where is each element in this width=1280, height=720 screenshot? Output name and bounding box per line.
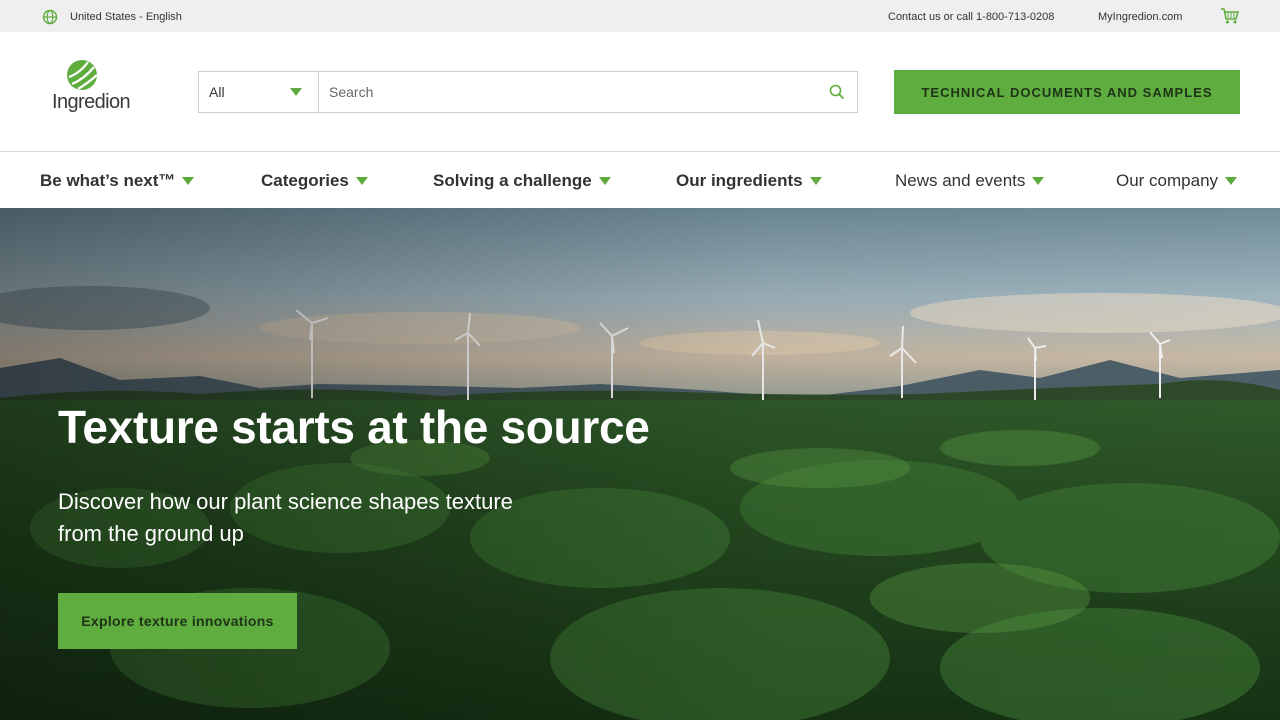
ingredion-logo[interactable]: Ingredion — [52, 59, 144, 119]
hero-subtitle: Discover how our plant science shapes te… — [58, 489, 513, 546]
globe-icon — [42, 9, 58, 25]
nav-item-label: Our company — [1116, 171, 1219, 190]
caret-down-icon — [809, 177, 822, 185]
nav-item-label: Solving a challenge — [433, 171, 592, 190]
caret-down-icon — [1032, 177, 1045, 185]
nav-item-be-whats-next[interactable]: Be what’s next™ — [40, 171, 195, 191]
myingredion-link[interactable]: MyIngredion.com — [1098, 11, 1182, 23]
nav-item-news-and-events[interactable]: News and events — [895, 171, 1045, 191]
explore-texture-innovations-button[interactable]: Explore texture innovations — [58, 593, 297, 649]
search-icon — [829, 84, 845, 100]
caret-down-icon — [355, 177, 368, 185]
nav-item-solving-a-challenge[interactable]: Solving a challenge — [433, 171, 611, 191]
hero-title: Texture starts at the source — [58, 401, 650, 453]
search-category-value: All — [209, 84, 225, 100]
search-input[interactable] — [319, 72, 817, 112]
main-nav: Be what’s next™ Categories Solving a cha… — [0, 153, 1280, 208]
utility-bar: United States - English Contact us or ca… — [0, 0, 1280, 32]
caret-down-icon — [290, 88, 302, 96]
nav-item-label: News and events — [895, 171, 1026, 190]
nav-item-label: Categories — [261, 171, 349, 190]
site-header: Ingredion All TECHNICAL DOCUMENTS AND SA… — [0, 32, 1280, 152]
caret-down-icon — [1225, 177, 1238, 185]
nav-item-our-company[interactable]: Our company — [1116, 171, 1238, 191]
technical-documents-button[interactable]: TECHNICAL DOCUMENTS AND SAMPLES — [894, 70, 1240, 114]
search-bar: All — [198, 71, 858, 113]
hero-banner: Texture starts at the source Discover ho… — [0, 208, 1280, 720]
caret-down-icon — [598, 177, 611, 185]
nav-item-label: Be what’s next™ — [40, 171, 176, 190]
search-category-select[interactable]: All — [199, 72, 319, 112]
caret-down-icon — [182, 177, 195, 185]
contact-link[interactable]: Contact us or call 1-800-713-0208 — [888, 11, 1054, 23]
nav-item-label: Our ingredients — [676, 171, 803, 190]
nav-item-our-ingredients[interactable]: Our ingredients — [676, 171, 822, 191]
search-button[interactable] — [817, 72, 857, 112]
leaf-logo-icon — [67, 60, 98, 90]
locale-label: United States - English — [70, 11, 182, 23]
logo-wordmark: Ingredion — [52, 91, 131, 113]
locale-selector[interactable]: United States - English — [42, 9, 182, 25]
nav-item-categories[interactable]: Categories — [261, 171, 368, 191]
cart-icon[interactable] — [1220, 7, 1240, 25]
